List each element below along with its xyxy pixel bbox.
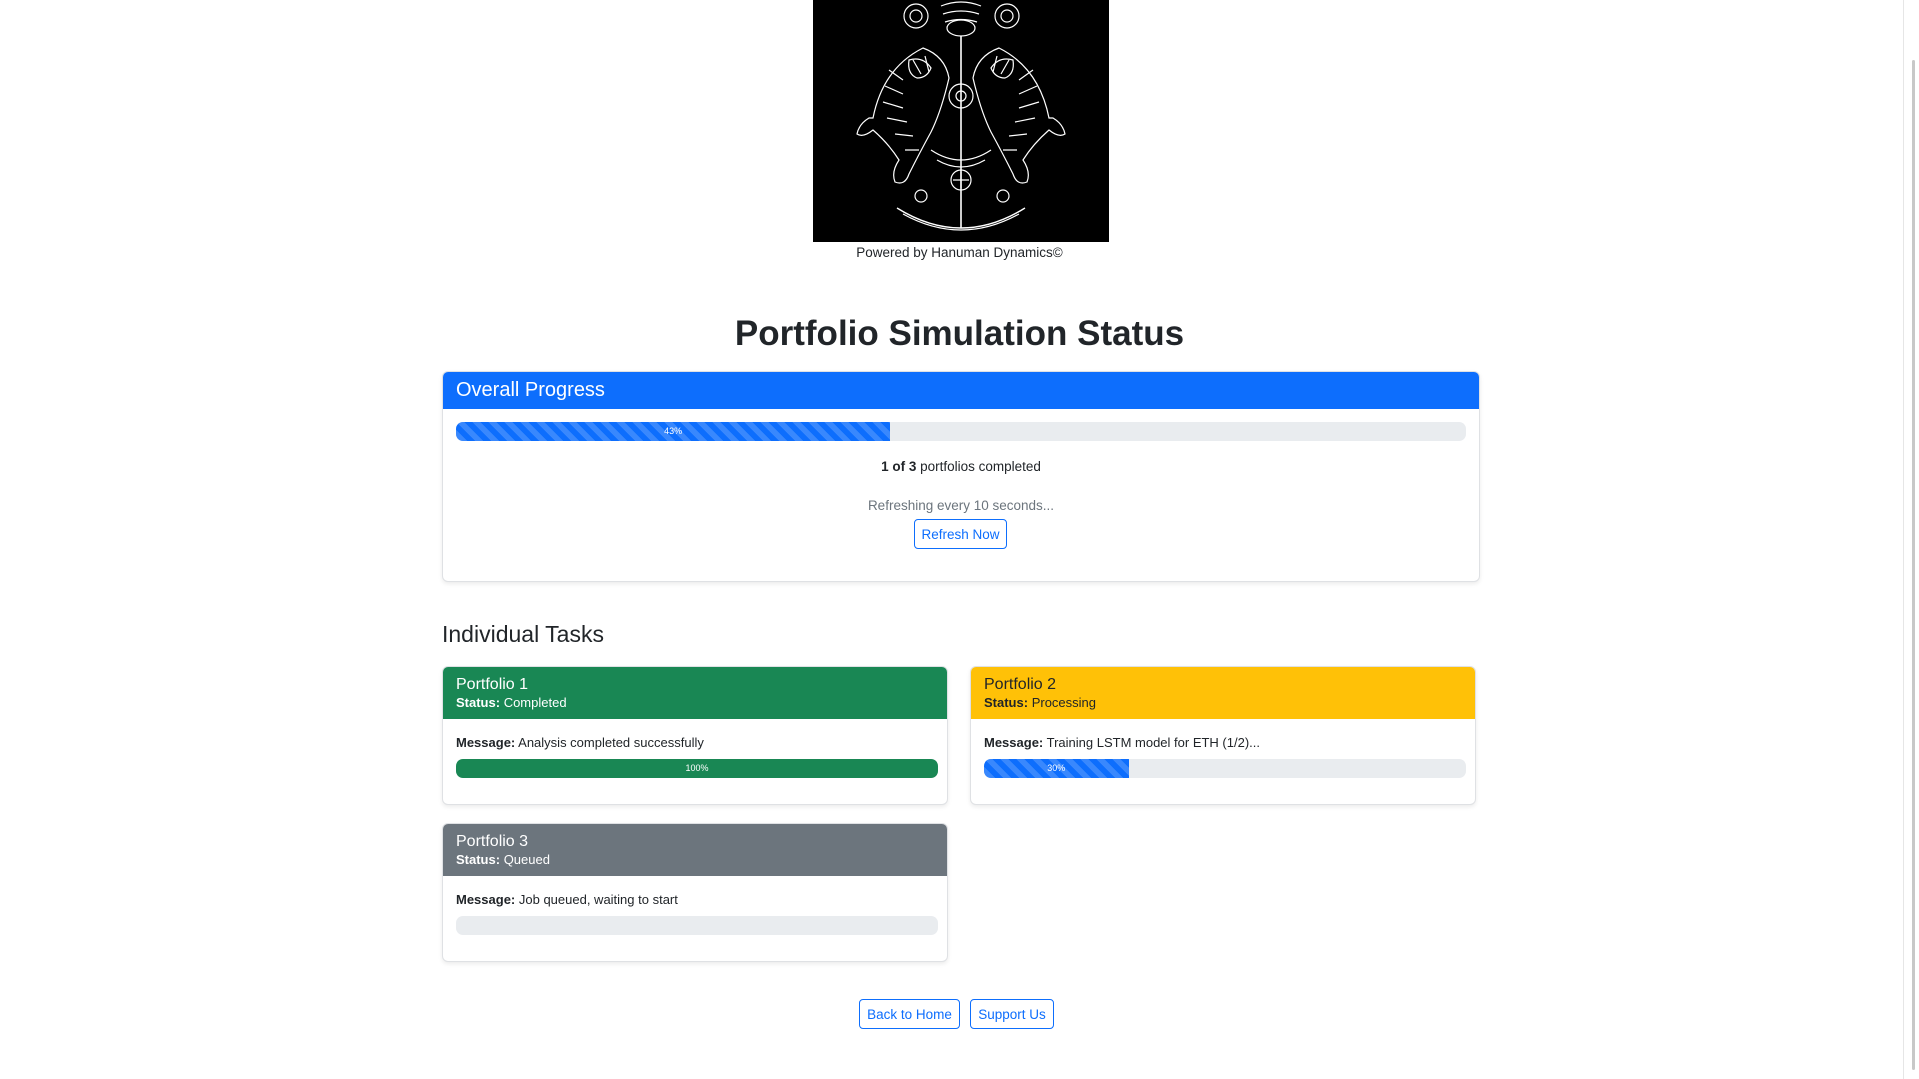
task-status: Status: Queued (456, 851, 934, 868)
status-value: Completed (503, 695, 567, 710)
task-title: Portfolio 3 (456, 833, 529, 850)
message-value: Training LSTM model for ETH (1/2)... (1046, 735, 1260, 750)
overall-progress-bar: 43% (456, 422, 891, 441)
status-label: Status: (456, 695, 501, 710)
page-scrollbar[interactable] (1902, 0, 1919, 1079)
page-title: Portfolio Simulation Status (734, 314, 1185, 353)
support-us-button[interactable]: Support Us (970, 999, 1054, 1029)
individual-tasks-heading: Individual Tasks (442, 621, 604, 647)
refresh-now-button[interactable]: Refresh Now (914, 519, 1007, 549)
task-progress-bar: 100% (456, 759, 938, 778)
message-value: Job queued, waiting to start (518, 892, 678, 907)
message-label: Message: (456, 892, 516, 907)
task-title: Portfolio 1 (456, 676, 529, 693)
overall-progress-header: Overall Progress (443, 372, 1479, 409)
overall-progress-bar-track: 43% (456, 422, 1466, 441)
message-label: Message: (984, 735, 1044, 750)
task-status: Status: Completed (456, 694, 934, 711)
task-progress-track: 30% (984, 759, 1466, 778)
status-label: Status: (456, 852, 501, 867)
task-card-portfolio-3: Portfolio 3 Status: Queued Message: Job … (442, 823, 948, 962)
completed-suffix: portfolios completed (920, 459, 1041, 474)
status-value: Queued (503, 852, 550, 867)
task-header: Portfolio 3 Status: Queued (443, 824, 947, 876)
task-card-portfolio-1: Portfolio 1 Status: Completed Message: A… (442, 666, 948, 805)
back-to-home-button[interactable]: Back to Home (859, 999, 960, 1029)
powered-by-text: Powered by Hanuman Dynamics© (856, 245, 1063, 260)
task-progress-bar: 30% (984, 759, 1129, 778)
completed-count: 1 of 3 (881, 459, 917, 474)
task-title: Portfolio 2 (984, 676, 1057, 693)
message-label: Message: (456, 735, 516, 750)
tiger-emblem-image (813, 0, 1109, 242)
task-header: Portfolio 1 Status: Completed (443, 667, 947, 719)
task-progress-track (456, 916, 938, 935)
scrollbar-thumb[interactable] (1912, 60, 1915, 1070)
brand-logo (813, 0, 1109, 242)
message-value: Analysis completed successfully (518, 735, 704, 750)
overall-progress-card: Overall Progress 43% 1 of 3 portfolios c… (442, 371, 1480, 582)
task-message: Message: Training LSTM model for ETH (1/… (984, 735, 1260, 750)
task-header: Portfolio 2 Status: Processing (971, 667, 1475, 719)
refresh-interval-text: Refreshing every 10 seconds... (867, 498, 1055, 513)
status-value: Processing (1031, 695, 1096, 710)
status-label: Status: (984, 695, 1029, 710)
task-message: Message: Job queued, waiting to start (456, 892, 678, 907)
portfolios-completed-text: 1 of 3 portfolios completed (443, 459, 1479, 474)
task-message: Message: Analysis completed successfully (456, 735, 704, 750)
task-progress-track: 100% (456, 759, 938, 778)
task-card-portfolio-2: Portfolio 2 Status: Processing Message: … (970, 666, 1476, 805)
task-status: Status: Processing (984, 694, 1462, 711)
